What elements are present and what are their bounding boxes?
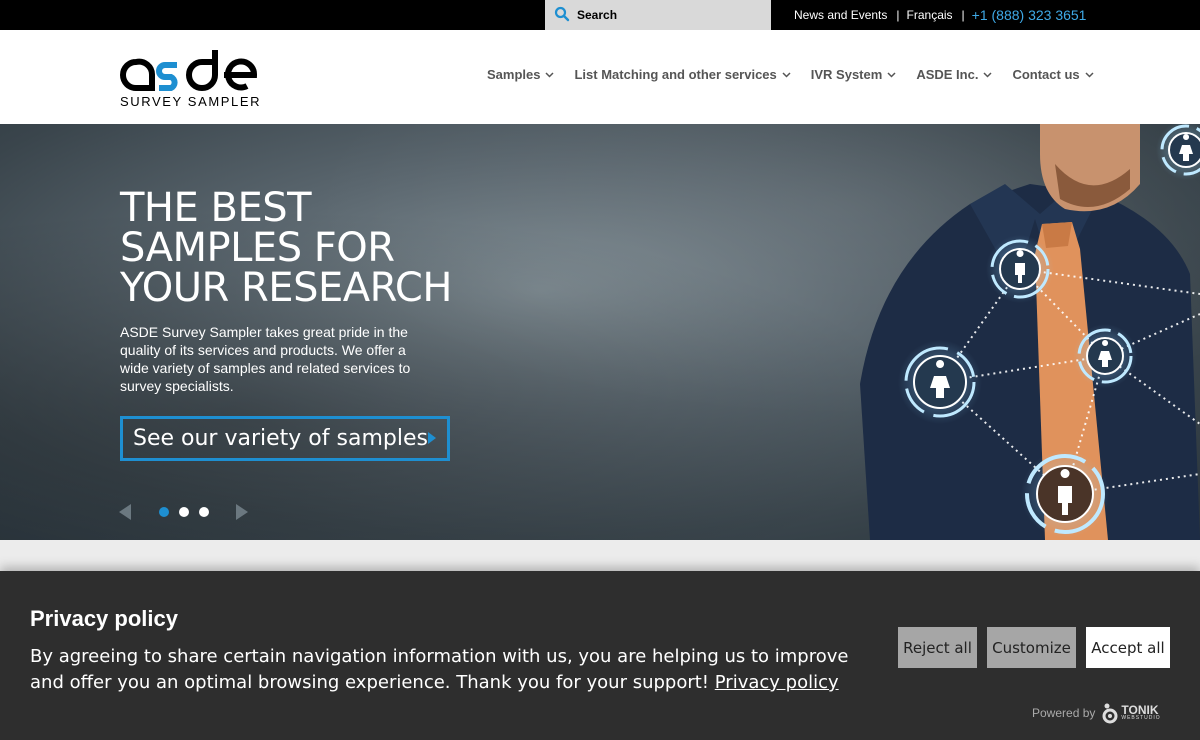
network-node [986,235,1054,303]
customize-button[interactable]: Customize [987,627,1076,668]
privacy-policy-link[interactable]: Privacy policy [715,672,839,693]
network-node [898,340,982,424]
privacy-title: Privacy policy [30,606,178,631]
news-link[interactable]: News and Events [794,8,887,22]
nav-item-contact-us[interactable]: Contact us [1012,67,1094,82]
phone-link[interactable]: +1 (888) 323 3651 [972,7,1087,23]
search-icon[interactable] [554,6,570,22]
search-box[interactable] [545,0,771,30]
network-node [1073,324,1137,388]
accept-all-button[interactable]: Accept all [1086,627,1170,668]
search-input[interactable] [577,6,757,24]
hero-slider: THE BEST SAMPLES FOR YOUR RESEARCH ASDE … [0,124,1200,540]
chevron-down-icon [983,71,992,78]
privacy-message: By agreeing to share certain navigation … [30,644,850,696]
chevron-down-icon [887,71,896,78]
top-bar: News and Events | Français | +1 (888) 32… [0,0,1200,30]
nav-label: Contact us [1012,67,1080,82]
network-node [1156,124,1200,180]
chevron-down-icon [782,71,791,78]
hero-title: THE BEST SAMPLES FOR YOUR RESEARCH [120,185,452,311]
logo[interactable]: SURVEY SAMPLER [119,46,261,110]
powered-by: Powered by TONIK WEBSTUDIO [1032,702,1161,724]
businessman-network-image [860,124,1200,540]
slider-dot-3[interactable] [199,507,209,517]
nav-item-samples[interactable]: Samples [487,67,555,82]
tonik-logo[interactable]: TONIK WEBSTUDIO [1101,702,1160,724]
top-links: News and Events | Français | +1 (888) 32… [794,5,1086,25]
tonik-icon [1102,703,1118,724]
logo-mark [120,50,258,91]
powered-by-label: Powered by [1032,706,1096,720]
main-nav: Samples List Matching and other services… [487,67,1114,82]
reject-all-button[interactable]: Reject all [898,627,977,668]
logo-tagline: SURVEY SAMPLER [120,94,262,109]
separator: | [961,8,965,22]
see-samples-button[interactable]: See our variety of samples [120,416,450,461]
chevron-down-icon [545,71,555,78]
arrow-right-icon [428,432,436,444]
cta-label: See our variety of samples [133,426,428,451]
slider-prev-arrow[interactable] [118,503,132,521]
privacy-banner: Privacy policy By agreeing to share cert… [0,571,1200,740]
nav-item-list-matching[interactable]: List Matching and other services [574,67,791,82]
network-node [1021,450,1109,538]
language-link[interactable]: Français [907,8,953,22]
chevron-down-icon [1085,71,1094,78]
hero-description: ASDE Survey Sampler takes great pride in… [120,324,411,394]
separator: | [896,8,900,22]
slider-dot-1[interactable] [159,507,169,517]
slider-dot-2[interactable] [179,507,189,517]
nav-label: List Matching and other services [574,67,777,82]
tonik-wordmark: TONIK WEBSTUDIO [1121,703,1161,721]
nav-item-asde-inc[interactable]: ASDE Inc. [916,67,992,82]
site-header: SURVEY SAMPLER Samples List Matching and… [0,30,1200,124]
nav-item-ivr-system[interactable]: IVR System [811,67,897,82]
nav-label: Samples [487,67,541,82]
slider-next-arrow[interactable] [235,503,249,521]
nav-label: IVR System [810,67,883,82]
nav-label: ASDE Inc. [916,67,979,82]
